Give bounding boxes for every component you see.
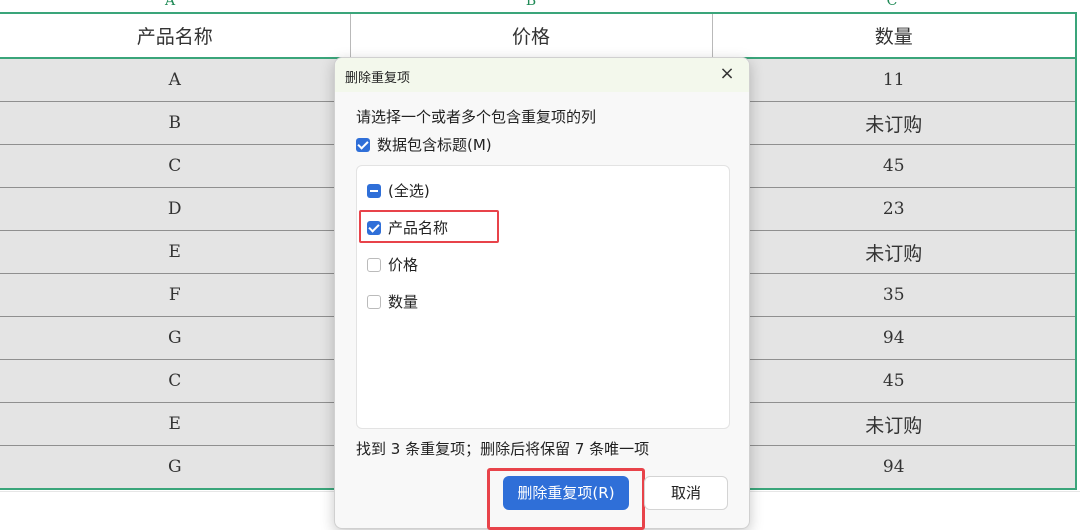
- cell-product-name[interactable]: D: [0, 187, 351, 231]
- dialog-titlebar[interactable]: 删除重复项 ×: [335, 58, 749, 92]
- remove-duplicates-button[interactable]: 删除重复项(R): [503, 476, 629, 510]
- dialog-title: 删除重复项: [345, 71, 411, 86]
- column-item-quantity[interactable]: 数量: [367, 291, 418, 312]
- column-letter-c[interactable]: C: [882, 0, 902, 9]
- checkbox-partial-icon: [367, 184, 381, 198]
- column-item-price[interactable]: 价格: [367, 254, 418, 275]
- column-item-label: 价格: [388, 256, 419, 274]
- column-item-label: 产品名称: [388, 219, 449, 237]
- cell-quantity[interactable]: 23: [712, 187, 1077, 231]
- column-letter-a[interactable]: A: [160, 0, 180, 9]
- checkbox-checked-icon: [367, 221, 381, 235]
- checkbox-checked-icon: [356, 138, 370, 152]
- instruction-text: 请选择一个或者多个包含重复项的列: [356, 108, 597, 126]
- cell-product-name[interactable]: A: [0, 58, 351, 102]
- header-cell-price[interactable]: 价格: [350, 12, 713, 59]
- column-item-label: (全选): [388, 182, 430, 200]
- header-cell-product-name[interactable]: 产品名称: [0, 12, 351, 59]
- cell-product-name[interactable]: B: [0, 101, 351, 145]
- header-row: 产品名称 价格 数量: [0, 12, 1077, 59]
- column-item-select-all[interactable]: (全选): [367, 180, 430, 201]
- checkbox-unchecked-icon: [367, 295, 381, 309]
- remove-duplicates-dialog: 删除重复项 × 请选择一个或者多个包含重复项的列 数据包含标题(M) (全选) …: [334, 57, 750, 530]
- cell-product-name[interactable]: C: [0, 359, 351, 403]
- column-letter-bar: A B C: [0, 0, 1080, 12]
- cell-quantity[interactable]: 94: [712, 445, 1077, 490]
- data-has-header-checkbox[interactable]: 数据包含标题(M): [356, 134, 492, 155]
- header-cell-quantity[interactable]: 数量: [712, 12, 1077, 59]
- cell-quantity[interactable]: 35: [712, 273, 1077, 317]
- column-item-product-name[interactable]: 产品名称: [359, 210, 499, 243]
- data-has-header-label: 数据包含标题(M): [377, 136, 492, 154]
- cell-quantity[interactable]: 未订购: [712, 402, 1077, 446]
- column-item-label: 数量: [388, 293, 419, 311]
- cell-quantity[interactable]: 94: [712, 316, 1077, 360]
- cell-product-name[interactable]: G: [0, 445, 351, 490]
- cell-product-name[interactable]: C: [0, 144, 351, 188]
- duplicates-summary: 找到 3 条重复项；删除后将保留 7 条唯一项: [356, 440, 650, 458]
- cell-product-name[interactable]: F: [0, 273, 351, 317]
- cell-quantity[interactable]: 45: [712, 144, 1077, 188]
- checkbox-unchecked-icon: [367, 258, 381, 272]
- column-letter-b[interactable]: B: [521, 0, 541, 9]
- cancel-button[interactable]: 取消: [644, 476, 728, 510]
- cell-product-name[interactable]: E: [0, 402, 351, 446]
- close-icon[interactable]: ×: [717, 64, 737, 84]
- cell-quantity[interactable]: 未订购: [712, 101, 1077, 145]
- cell-product-name[interactable]: G: [0, 316, 351, 360]
- cell-quantity[interactable]: 未订购: [712, 230, 1077, 274]
- column-list: (全选) 产品名称 价格 数量: [356, 165, 730, 429]
- cell-quantity[interactable]: 45: [712, 359, 1077, 403]
- cell-quantity[interactable]: 11: [712, 58, 1077, 102]
- cell-product-name[interactable]: E: [0, 230, 351, 274]
